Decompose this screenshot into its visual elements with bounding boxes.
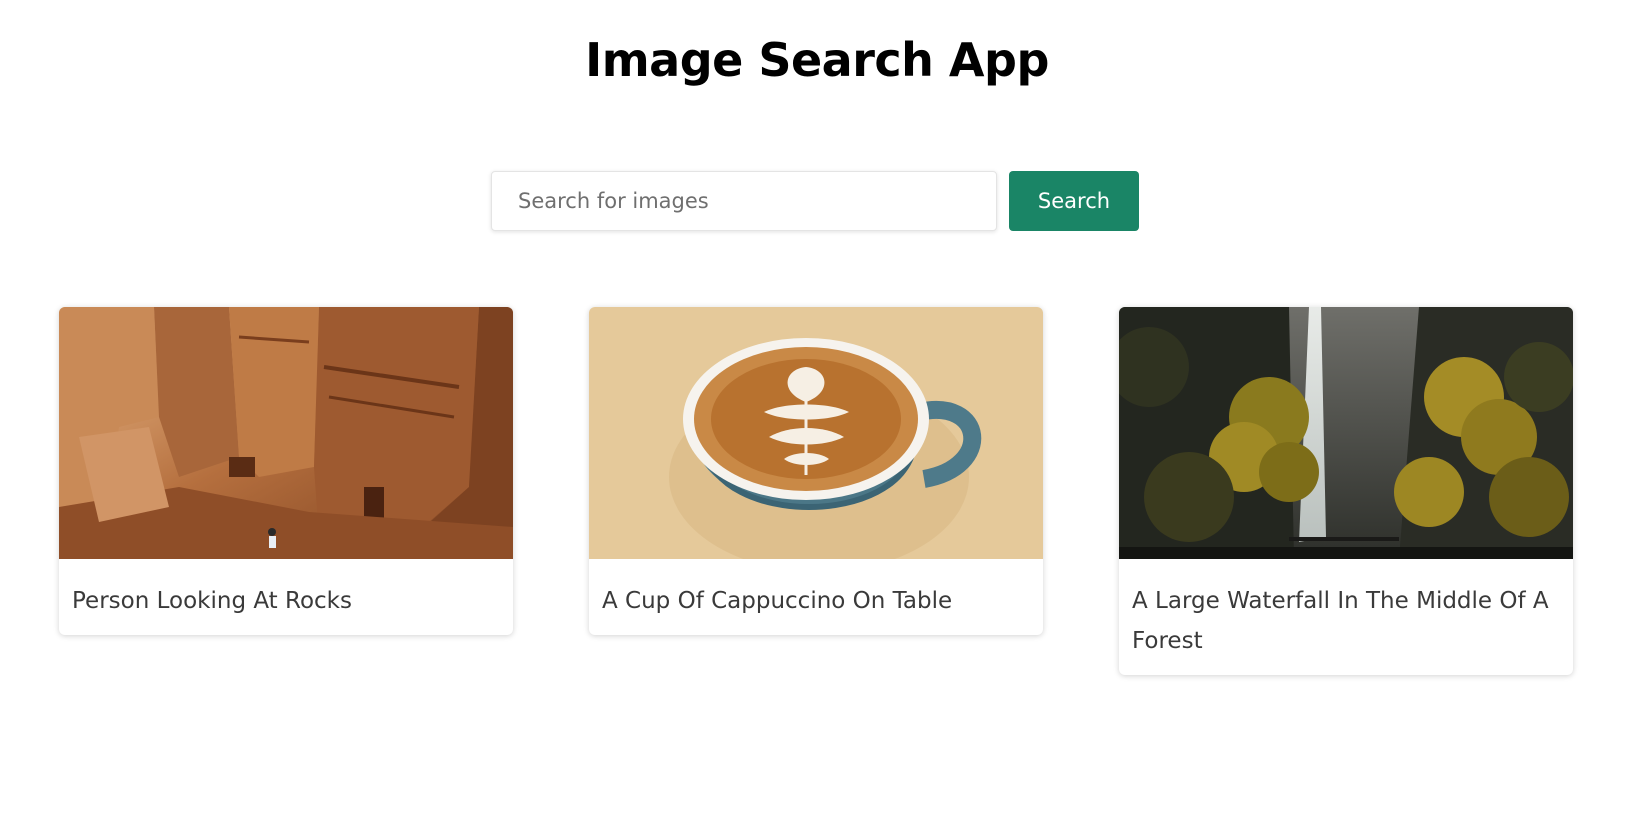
result-card[interactable]: Person Looking At Rocks	[59, 307, 513, 635]
result-caption: A Large Waterfall In The Middle Of A For…	[1132, 588, 1549, 654]
search-input[interactable]	[491, 171, 997, 231]
result-image-rocks[interactable]	[59, 307, 513, 559]
result-card[interactable]: A Large Waterfall In The Middle Of A For…	[1119, 307, 1573, 675]
result-image-cappuccino[interactable]	[589, 307, 1043, 559]
result-image-waterfall[interactable]	[1119, 307, 1573, 559]
result-caption: A Cup Of Cappuccino On Table	[602, 588, 953, 614]
result-caption: Person Looking At Rocks	[72, 588, 352, 614]
page-title: Image Search App	[585, 33, 1049, 87]
results-grid: Person Looking At Rocks A Cup Of Cappucc…	[59, 307, 1575, 675]
result-card[interactable]: A Cup Of Cappuccino On Table	[589, 307, 1043, 635]
app-root: Image Search App Search for images Searc…	[0, 0, 1634, 835]
search-form: Search	[491, 171, 1142, 231]
search-button[interactable]: Search	[1009, 171, 1139, 231]
